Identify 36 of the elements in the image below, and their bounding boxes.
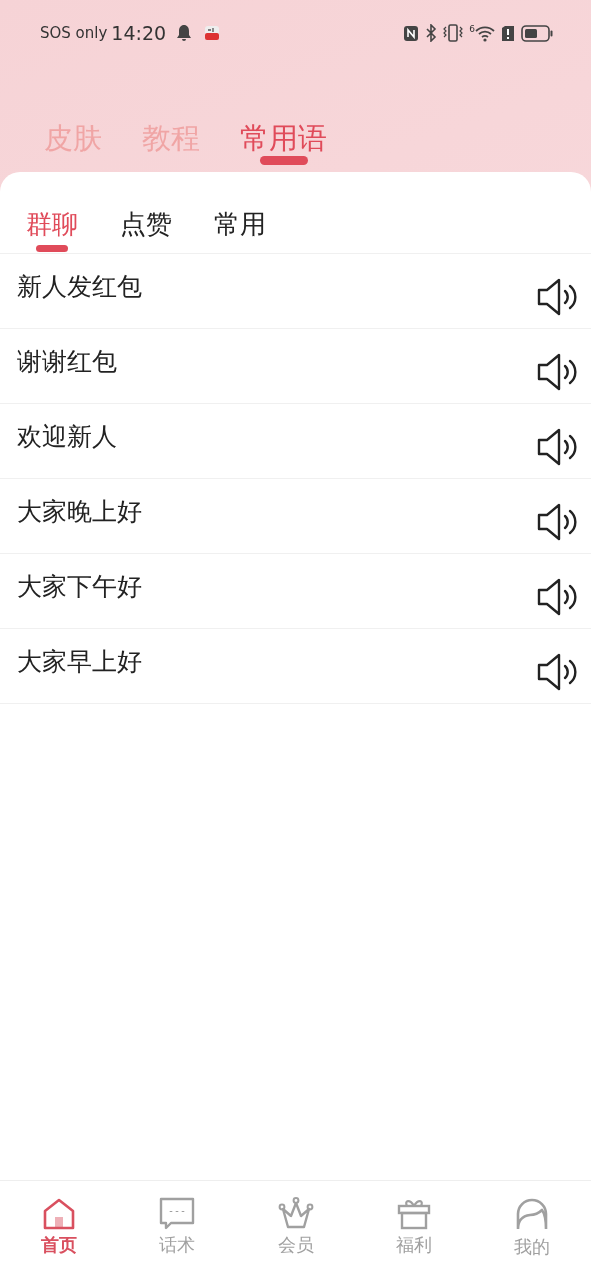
phrase-text: 大家下午好 — [17, 571, 142, 603]
speaker-icon[interactable] — [537, 353, 577, 391]
speaker-icon[interactable] — [537, 578, 577, 616]
nav-tab[interactable]: 首页 — [0, 1181, 119, 1280]
clock-time: 14:20 — [111, 22, 167, 44]
vibrate-icon — [443, 24, 464, 42]
nav-tab[interactable]: 话术 — [118, 1181, 237, 1280]
home-icon — [42, 1197, 77, 1231]
phrase-text: 欢迎新人 — [17, 421, 117, 453]
app-notification-icon — [204, 25, 221, 41]
nav-tab[interactable]: 福利 — [354, 1181, 473, 1280]
phrase-category-tab[interactable]: 点赞 — [120, 194, 172, 253]
phrase-text: 新人发红包 — [17, 271, 142, 303]
sim-alert-icon — [501, 24, 515, 42]
speaker-icon[interactable] — [537, 653, 577, 691]
bell-icon — [176, 24, 193, 42]
nav-tab[interactable]: 我的 — [472, 1181, 591, 1280]
battery-icon — [521, 24, 553, 42]
chat-bubble-icon — [159, 1197, 196, 1231]
phrase-text: 谢谢红包 — [17, 346, 117, 378]
speaker-icon[interactable] — [537, 503, 577, 541]
nfc-icon — [403, 24, 420, 42]
phrase-category-tab[interactable]: 常用 — [214, 194, 266, 253]
nav-tab[interactable]: 会员 — [236, 1181, 355, 1280]
phrase-text: 大家晚上好 — [17, 496, 142, 528]
phrase-text: 大家早上好 — [17, 646, 142, 678]
bluetooth-icon — [425, 24, 438, 42]
speaker-icon[interactable] — [537, 278, 577, 316]
crown-icon — [277, 1197, 314, 1231]
phrase-category-tab[interactable]: 群聊 — [26, 194, 78, 253]
category-tab[interactable]: 常用语 — [240, 110, 327, 166]
gift-icon — [396, 1197, 431, 1231]
wifi-icon — [475, 24, 495, 42]
speaker-icon[interactable] — [537, 428, 577, 466]
wifi-label: 6 — [469, 24, 475, 34]
carrier-text: SOS only — [40, 24, 108, 42]
